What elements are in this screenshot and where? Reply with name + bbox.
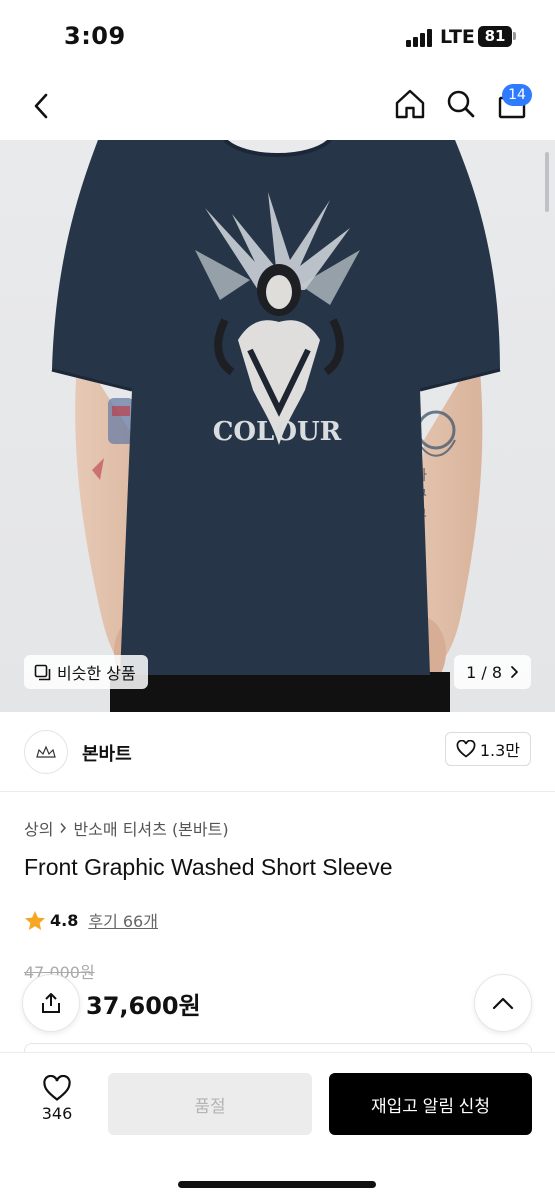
restock-alert-button[interactable]: 재입고 알림 신청 — [329, 1073, 532, 1135]
product-title: Front Graphic Washed Short Sleeve — [24, 854, 393, 880]
crown-logo-icon — [36, 745, 56, 758]
wishlist-button[interactable]: 346 — [28, 1075, 86, 1123]
breadcrumb: 상의 반소매 티셔츠 (본바트) — [24, 816, 229, 840]
home-indicator — [178, 1181, 376, 1188]
soldout-button: 품절 — [108, 1073, 312, 1135]
cellular-signal-icon — [406, 29, 436, 47]
similar-products-button[interactable]: 비슷한 상품 — [24, 655, 148, 689]
chevron-right-icon — [60, 823, 67, 833]
network-type: LTE — [440, 26, 475, 48]
battery-icon: 81 — [478, 26, 512, 47]
wishlist-count: 346 — [41, 1104, 73, 1123]
rating-row: 4.8 후기 66개 — [24, 908, 158, 932]
similar-products-label: 비슷한 상품 — [57, 664, 136, 683]
shirt-print-text: COLOUR — [213, 417, 342, 447]
breadcrumb-category[interactable]: 상의 — [24, 816, 53, 840]
product-photo: 까 꾸 무 COLOUR — [51, 140, 501, 712]
heart-icon — [456, 740, 476, 758]
image-page-counter: 1 / 8 — [466, 662, 502, 682]
brand-like-count: 1.3만 — [479, 741, 520, 760]
star-icon — [25, 910, 45, 930]
chevron-left-icon — [34, 93, 48, 119]
search-icon — [447, 90, 475, 118]
back-button[interactable] — [22, 86, 62, 126]
heart-icon — [43, 1075, 71, 1101]
product-image-carousel[interactable]: 까 꾸 무 COLOUR 비슷한 상품 1 / 8 — [0, 140, 555, 712]
scroll-indicator — [545, 152, 549, 212]
similar-items-icon — [34, 664, 51, 680]
bottom-action-bar: 346 품절 재입고 알림 신청 — [0, 1052, 555, 1200]
share-button[interactable] — [22, 974, 80, 1032]
home-button[interactable] — [390, 84, 430, 124]
search-button[interactable] — [441, 84, 481, 124]
chevron-up-icon — [492, 997, 514, 1010]
rating-score: 4.8 — [50, 910, 79, 930]
battery-cap — [513, 32, 516, 40]
brand-like-button[interactable]: 1.3만 — [444, 732, 531, 766]
scroll-to-top-button[interactable] — [474, 974, 532, 1032]
cart-count-badge: 14 — [502, 84, 532, 106]
status-time: 3:09 — [64, 22, 126, 50]
share-icon — [42, 993, 60, 1013]
brand-logo[interactable] — [24, 730, 68, 774]
brand-name[interactable]: 본바트 — [82, 740, 132, 766]
brand-row: 본바트 1.3만 — [0, 712, 555, 792]
sale-price: 37,600원 — [86, 992, 201, 1020]
breadcrumb-subcategory[interactable]: 반소매 티셔츠 (본바트) — [73, 816, 228, 840]
review-count-link[interactable]: 후기 66개 — [88, 908, 158, 932]
home-icon — [395, 89, 425, 119]
image-page-indicator[interactable]: 1 / 8 — [454, 655, 531, 689]
top-nav — [0, 72, 555, 140]
status-bar: 3:09 LTE 81 — [0, 0, 555, 72]
chevron-right-icon — [511, 666, 518, 678]
